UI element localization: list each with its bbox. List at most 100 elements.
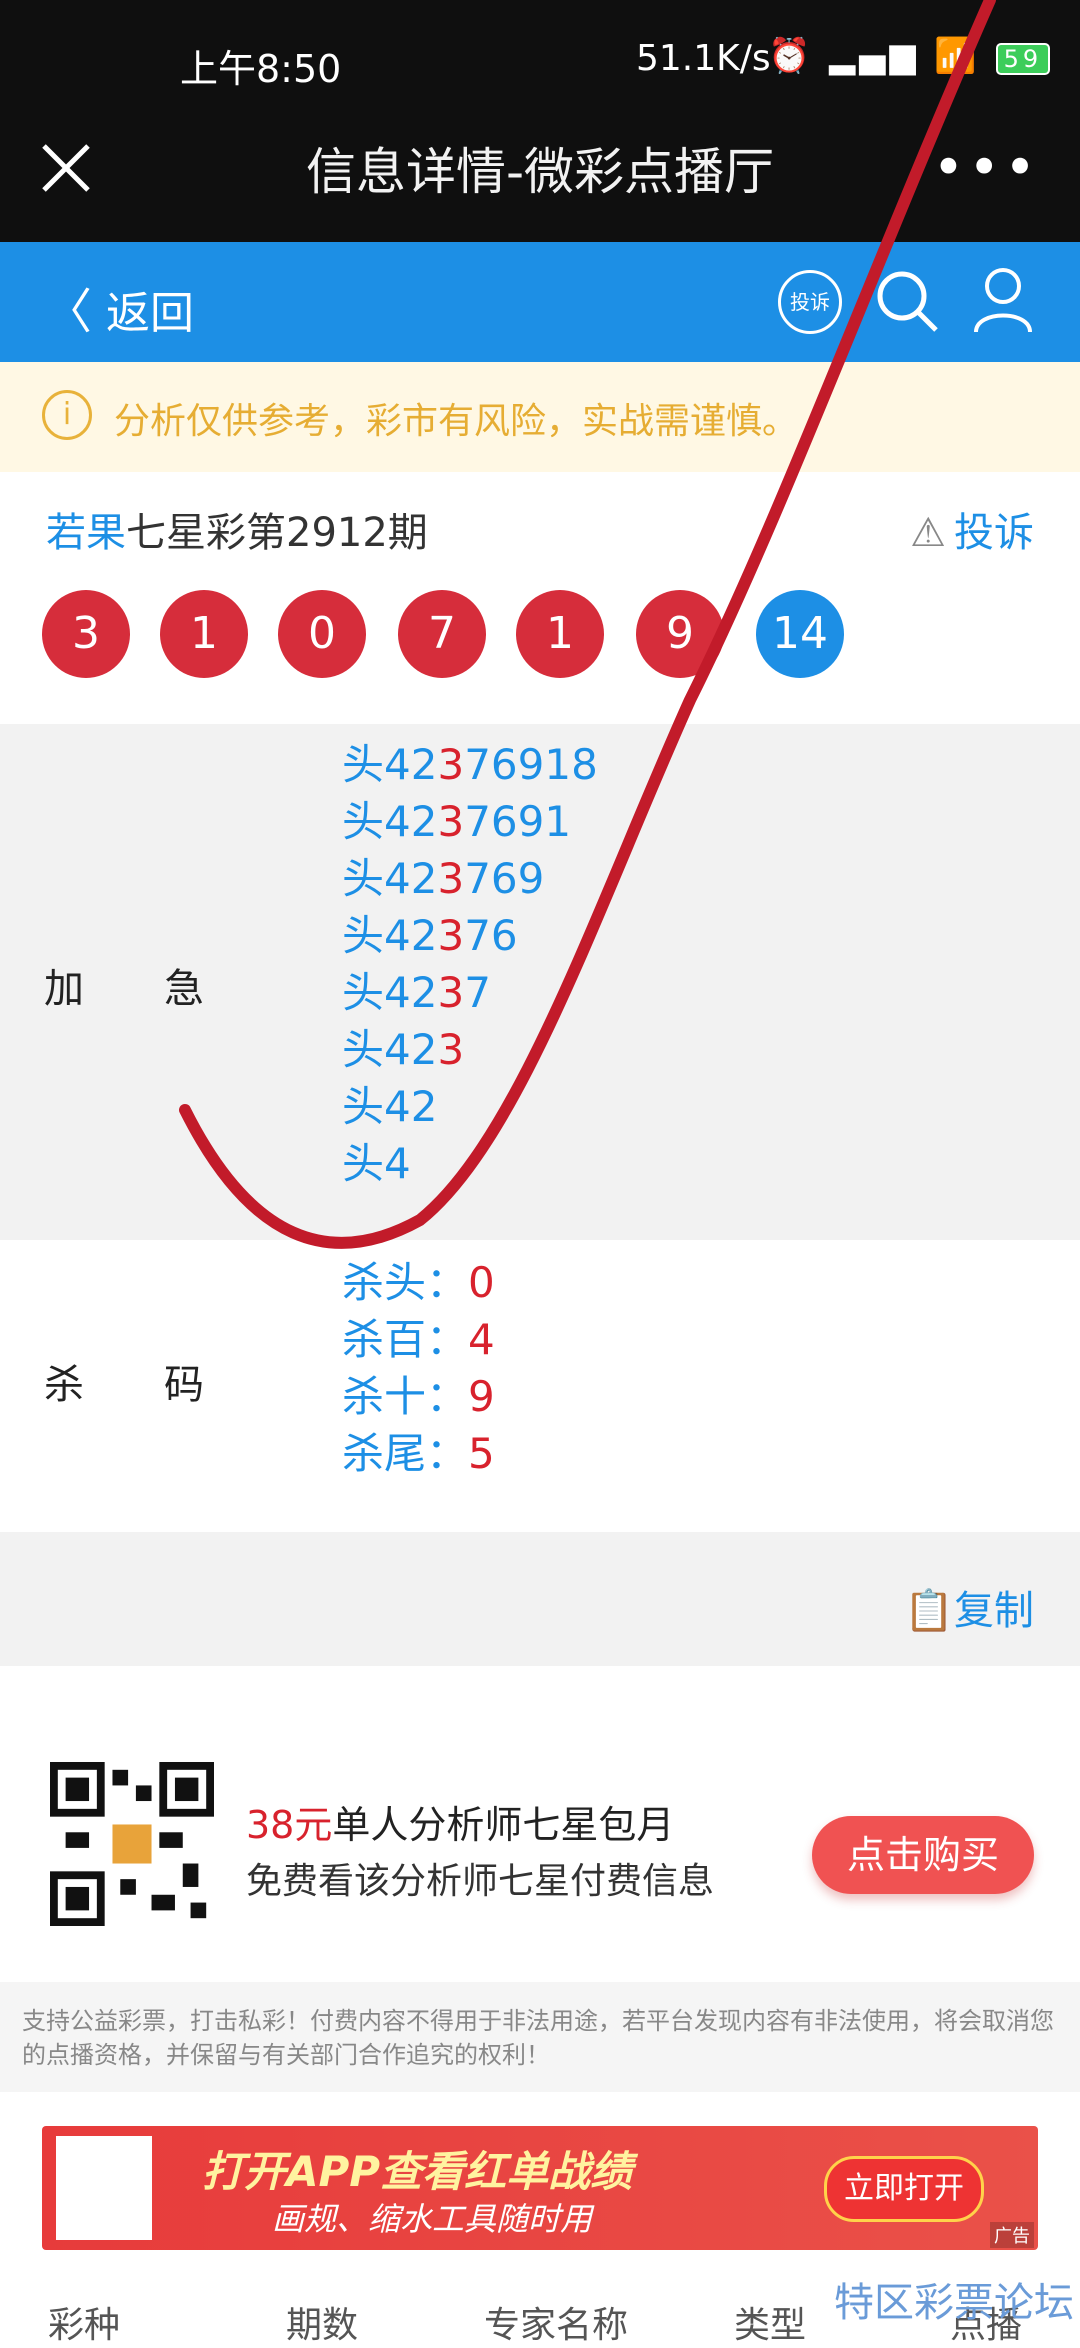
user-icon[interactable] [972, 266, 1034, 336]
status-net-speed: 51.1K/s [636, 38, 771, 79]
shama-line: 杀百：4 [342, 1311, 495, 1368]
jiaji-text: 769 [464, 854, 545, 903]
notice-text: 分析仅供参考，彩市有风险，实战需谨慎。 [114, 401, 799, 442]
ball-red: 1 [160, 590, 248, 678]
report-button[interactable]: ⚠ 投诉 [910, 500, 1034, 558]
back-label: 返回 [106, 288, 195, 339]
alarm-icon: ⏰ [768, 36, 815, 76]
risk-notice: i 分析仅供参考，彩市有风险，实战需谨慎。 [0, 362, 1080, 472]
nav-bar: 〈返回 投诉 [0, 242, 1080, 362]
jiaji-label: 加急 [44, 966, 284, 1012]
shama-text: 杀十： [342, 1372, 469, 1421]
promo-subtitle: 免费看该分析师七星付费信息 [246, 1861, 715, 1902]
shama-section: 杀码 杀头：0 杀百：4 杀十：9 杀尾：5 [0, 1240, 1080, 1532]
ad-badge: 广告 [990, 2222, 1034, 2248]
jiaji-line: 头423 [342, 1021, 598, 1078]
shama-highlight: 0 [468, 1258, 495, 1307]
banner-qr-code [56, 2136, 152, 2240]
shama-line: 杀十：9 [342, 1368, 495, 1425]
ball-red: 3 [42, 590, 130, 678]
status-icons: ⏰ ▂▄▆ 📶 59 [768, 36, 1051, 76]
col-expert: 专家名称 [484, 2305, 629, 2346]
copy-icon: 📋 [904, 1588, 954, 1634]
shama-text: 杀尾： [342, 1429, 469, 1478]
wifi-icon: 📶 [934, 36, 981, 76]
jiaji-lines: 头42376918 头4237691 头423769 头42376 头4237 头423 头… [342, 736, 598, 1192]
jiaji-line: 头423769 [342, 850, 598, 907]
buy-button[interactable]: 点击购买 [812, 1816, 1034, 1894]
jiaji-line: 头4237 [342, 964, 598, 1021]
issue-name: 七星彩第2912期 [126, 510, 428, 556]
shama-lines: 杀头：0 杀百：4 杀十：9 杀尾：5 [342, 1254, 495, 1482]
promo-price: 38元 [246, 1803, 333, 1847]
back-button[interactable]: 〈返回 [44, 272, 194, 342]
ball-red: 0 [278, 590, 366, 678]
open-app-button[interactable]: 立即打开 [824, 2156, 984, 2222]
title-bar: 信息详情-微彩点播厅 ••• [0, 122, 1080, 242]
jiaji-line: 头4237691 [342, 793, 598, 850]
shama-highlight: 9 [468, 1372, 495, 1421]
jiaji-section: 加急 头42376918 头4237691 头423769 头42376 头4237 头4… [0, 724, 1080, 1240]
jiaji-line: 头42376918 [342, 736, 598, 793]
jiaji-line: 头4 [342, 1135, 598, 1192]
jiaji-text: 76 [464, 911, 518, 960]
jiaji-text: 头42 [342, 968, 438, 1017]
jiaji-line: 头42376 [342, 907, 598, 964]
col-type: 类型 [734, 2305, 807, 2346]
report-label: 投诉 [954, 510, 1034, 556]
jiaji-text: 7 [464, 968, 491, 1017]
author-link[interactable]: 若果 [46, 510, 126, 556]
jiaji-highlight: 3 [437, 968, 465, 1017]
ball-red: 1 [516, 590, 604, 678]
jiaji-line: 头42 [342, 1078, 598, 1135]
disclaimer-text: 支持公益彩票，打击私彩！付费内容不得用于非法用途，若平台发现内容有非法使用，将会… [0, 1982, 1080, 2092]
shama-line: 杀尾：5 [342, 1425, 495, 1482]
search-icon[interactable] [874, 268, 940, 334]
col-lottery: 彩种 [48, 2305, 121, 2346]
jiaji-text: 76918 [464, 740, 598, 789]
signal-icon: ▂▄▆ [829, 36, 920, 76]
jiaji-text: 头42 [342, 740, 438, 789]
jiaji-highlight: 3 [437, 797, 465, 846]
ball-red: 9 [636, 590, 724, 678]
shama-highlight: 4 [468, 1315, 495, 1364]
copy-label: 复制 [954, 1588, 1034, 1634]
complain-button[interactable]: 投诉 [778, 270, 842, 334]
jiaji-text: 7691 [464, 797, 572, 846]
shama-text: 杀头： [342, 1258, 469, 1307]
jiaji-highlight: 3 [437, 740, 465, 789]
promo-title: 38元单人分析师七星包月 [246, 1794, 674, 1849]
jiaji-text: 头4 [342, 1139, 411, 1188]
more-menu-button[interactable]: ••• [932, 136, 1040, 199]
ball-blue: 14 [756, 590, 844, 678]
status-bar: 上午8:50 51.1K/s ⏰ ▂▄▆ 📶 59 [0, 0, 1080, 122]
copy-button[interactable]: 📋复制 [904, 1578, 1034, 1636]
copy-bar: 📋复制 [0, 1532, 1080, 1666]
jiaji-text: 头42 [342, 854, 438, 903]
banner-headline: 打开APP查看红单战绩 [202, 2147, 633, 2196]
jiaji-text: 头42 [342, 1082, 438, 1131]
jiaji-highlight: 3 [437, 911, 465, 960]
jiaji-highlight: 3 [437, 1025, 465, 1074]
warning-icon: ⚠ [910, 510, 946, 556]
ball-red: 7 [398, 590, 486, 678]
jiaji-text: 头42 [342, 797, 438, 846]
shama-line: 杀头：0 [342, 1254, 495, 1311]
jiaji-highlight: 3 [437, 854, 465, 903]
promo-desc: 单人分析师七星包月 [332, 1803, 675, 1847]
banner-subline: 画规、缩水工具随时用 [272, 2200, 593, 2238]
jiaji-text: 头42 [342, 1025, 438, 1074]
subscription-promo: 38元单人分析师七星包月 免费看该分析师七星付费信息 点击购买 [0, 1666, 1080, 1982]
page-title: 信息详情-微彩点播厅 [305, 143, 775, 201]
status-time: 上午8:50 [180, 47, 342, 91]
shama-highlight: 5 [468, 1429, 495, 1478]
forum-watermark: 特区彩票论坛 [834, 2280, 1074, 2326]
issue-title: 若果七星彩第2912期 [46, 500, 428, 558]
shama-label: 杀码 [44, 1362, 284, 1408]
chevron-left-icon: 〈 [44, 284, 93, 340]
info-icon: i [42, 390, 92, 440]
shama-text: 杀百： [342, 1315, 469, 1364]
battery-icon: 59 [995, 43, 1051, 75]
app-banner-ad[interactable]: 打开APP查看红单战绩 画规、缩水工具随时用 立即打开 广告 [42, 2126, 1038, 2250]
qr-code [50, 1762, 214, 1926]
